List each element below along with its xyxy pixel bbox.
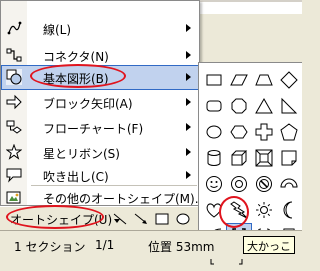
hexagon-icon[interactable] bbox=[226, 119, 252, 145]
sun-icon[interactable] bbox=[251, 197, 277, 223]
callout-icon bbox=[6, 168, 22, 183]
triangle-icon[interactable] bbox=[251, 93, 277, 119]
oval-tool-icon[interactable] bbox=[175, 211, 191, 227]
diamond-icon[interactable] bbox=[276, 67, 302, 93]
menu-item-lines[interactable]: 線(L) bbox=[1, 16, 199, 41]
autoshapes-button[interactable]: オートシェイプ(U) bbox=[6, 210, 124, 228]
submenu-arrow-icon bbox=[186, 51, 191, 59]
smiley-face-icon[interactable] bbox=[201, 171, 227, 197]
submenu-arrow-icon bbox=[186, 24, 191, 32]
drawing-toolbar: オートシェイプ(U) bbox=[0, 206, 198, 230]
submenu-arrow-icon bbox=[186, 148, 191, 156]
lines-icon bbox=[7, 21, 22, 35]
right-triangle-icon[interactable] bbox=[276, 93, 302, 119]
menu-item-stars-ribbons[interactable]: 星とリボン(S) bbox=[1, 140, 199, 165]
menu-item-label: 線(L) bbox=[43, 23, 72, 37]
basic-shapes-icon bbox=[6, 69, 22, 85]
menu-item-block-arrows[interactable]: ブロック矢印(A) bbox=[1, 90, 199, 115]
flowchart-icon bbox=[6, 120, 22, 134]
menu-item-more-autoshapes[interactable]: その他のオートシェイプ(M)... bbox=[1, 187, 206, 207]
arrow-tool-icon[interactable] bbox=[133, 211, 149, 227]
block-arrows-icon bbox=[6, 94, 22, 110]
shape-tooltip: 大かっこ bbox=[243, 236, 295, 254]
trapezoid-icon[interactable] bbox=[251, 67, 277, 93]
page-indicator: 1/1 bbox=[95, 238, 115, 252]
stars-ribbons-icon bbox=[6, 144, 22, 160]
autoshapes-label: オートシェイプ(U) bbox=[10, 213, 113, 227]
oval-icon[interactable] bbox=[201, 119, 227, 145]
autoshapes-menu: 線(L) コネクタ(N) 基本図形(B) ブロック矢印(A) フローチャート(F… bbox=[0, 0, 206, 207]
submenu-arrow-icon bbox=[186, 98, 191, 106]
menu-item-label: その他のオートシェイプ(M)... bbox=[43, 192, 207, 206]
cube-icon[interactable] bbox=[226, 145, 252, 171]
menu-item-label: ブロック矢印(A) bbox=[43, 97, 133, 111]
position-indicator: 位置 53mm bbox=[148, 240, 215, 254]
section-indicator: 1 セクション bbox=[14, 240, 86, 254]
menu-item-label: フローチャート(F) bbox=[43, 122, 144, 136]
parallelogram-icon[interactable] bbox=[226, 67, 252, 93]
donut-icon[interactable] bbox=[226, 171, 252, 197]
rectangle-icon[interactable] bbox=[201, 67, 227, 93]
cross-icon[interactable] bbox=[251, 119, 277, 145]
submenu-arrow-icon bbox=[186, 123, 191, 131]
menu-item-flowchart[interactable]: フローチャート(F) bbox=[1, 115, 199, 140]
folded-corner-icon[interactable] bbox=[276, 145, 302, 171]
connector-icon bbox=[6, 48, 22, 62]
menu-separator bbox=[31, 185, 197, 186]
line-tool-icon[interactable] bbox=[112, 211, 128, 227]
pentagon-icon[interactable] bbox=[276, 119, 302, 145]
submenu-arrow-icon bbox=[186, 171, 191, 179]
more-autoshapes-icon bbox=[6, 191, 21, 204]
heart-icon[interactable] bbox=[201, 197, 227, 223]
bevel-icon[interactable] bbox=[251, 145, 277, 171]
moon-icon[interactable] bbox=[276, 197, 302, 223]
submenu-arrow-icon bbox=[186, 73, 191, 81]
can-icon[interactable] bbox=[201, 145, 227, 171]
block-arc-icon[interactable] bbox=[276, 171, 302, 197]
menu-item-label: 吹き出し(C) bbox=[43, 170, 109, 184]
lightning-bolt-icon[interactable] bbox=[226, 197, 252, 223]
octagon-icon[interactable] bbox=[226, 93, 252, 119]
menu-item-label: 基本図形(B) bbox=[43, 72, 109, 86]
rounded-rectangle-icon[interactable] bbox=[201, 93, 227, 119]
menu-item-basic-shapes[interactable]: 基本図形(B) bbox=[1, 65, 199, 90]
menu-item-label: 星とリボン(S) bbox=[43, 147, 120, 161]
menu-item-label: コネクタ(N) bbox=[43, 50, 109, 64]
rectangle-tool-icon[interactable] bbox=[154, 211, 170, 227]
no-symbol-icon[interactable] bbox=[251, 171, 277, 197]
